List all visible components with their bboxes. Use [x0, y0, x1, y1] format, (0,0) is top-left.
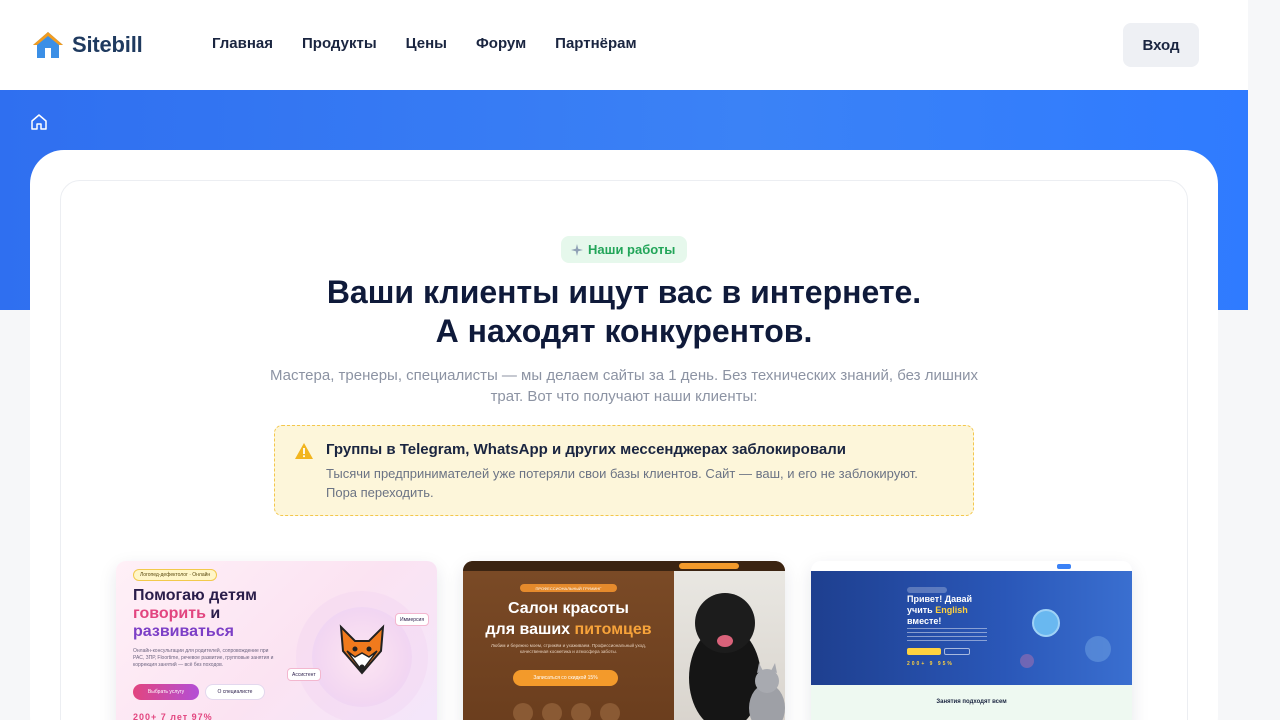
pet-icon — [600, 703, 620, 720]
nav-item-forum[interactable]: Форум — [476, 35, 526, 52]
nav-item-partners[interactable]: Партнёрам — [555, 35, 636, 52]
section-badge: Наши работы — [561, 236, 688, 263]
dog-and-cat-photo — [689, 593, 785, 720]
showcase-stats: 200+ 7 лет 97% — [133, 712, 213, 720]
site-header: Sitebill Главная Продукты Цены Форум Пар… — [0, 0, 1248, 90]
showcase-text: Любим и бережно моем, стрижём и ухаживае… — [491, 643, 646, 654]
showcase-section-title: Занятия подходят всем — [936, 699, 1007, 705]
showcase-pet-icons — [513, 703, 620, 720]
pet-icon — [513, 703, 533, 720]
alert-title: Группы в Telegram, WhatsApp и других мес… — [326, 441, 846, 458]
showcase-nav — [811, 561, 1132, 571]
page-subtitle: Мастера, тренеры, специалисты — мы делае… — [269, 367, 979, 405]
logo[interactable]: Sitebill — [32, 30, 143, 60]
showcase-secondary-button: О специалисте — [205, 684, 265, 700]
home-icon[interactable] — [30, 113, 48, 131]
decor-bubble — [1020, 654, 1034, 668]
nav-item-home[interactable]: Главная — [212, 35, 273, 52]
showcase-nav — [463, 561, 785, 571]
warning-icon — [295, 443, 313, 459]
alert-text: Тысячи предпринимателей уже потеряли сво… — [326, 466, 918, 500]
house-logo-icon — [33, 32, 63, 58]
showcase-pill — [907, 587, 947, 593]
showcase-cta-button: Записаться со скидкой 15% — [513, 670, 618, 686]
main-nav: Главная Продукты Цены Форум Партнёрам — [212, 35, 637, 52]
nav-item-prices[interactable]: Цены — [406, 35, 447, 52]
showcase-title: Салон красоты для ваших питомцев — [485, 600, 652, 638]
showcase-text-lines — [907, 628, 987, 642]
sparkle-icon — [571, 243, 583, 256]
login-button[interactable]: Вход — [1123, 23, 1199, 67]
badge-label: Наши работы — [588, 242, 676, 257]
showcase-pill: Логопед-дефектолог · Онлайн — [133, 569, 218, 581]
showcase-pill: ПРОФЕССИОНАЛЬНЫЙ ГРУМИНГ — [520, 584, 617, 592]
showcase-chip: Иммерсия — [395, 613, 430, 626]
showcase-text: Онлайн-консультации для родителей, сопро… — [133, 648, 274, 668]
showcase-card-pet-salon[interactable]: ПРОФЕССИОНАЛЬНЫЙ ГРУМИНГ Салон красоты д… — [463, 561, 785, 720]
decor-bubble — [1085, 636, 1111, 662]
tutor-avatar — [1032, 609, 1060, 637]
pet-icon — [571, 703, 591, 720]
showcase-secondary-button — [944, 648, 970, 655]
showcase-card-english-tutor[interactable]: Привет! Давай учить English вместе! 200+… — [811, 561, 1132, 720]
fox-mascot-icon — [339, 624, 385, 675]
showcase-card-speech-therapist[interactable]: Логопед-дефектолог · Онлайн Помогаю детя… — [116, 561, 437, 720]
showcase-title: Помогаю детям говорить и развиваться — [133, 587, 257, 640]
pet-icon — [542, 703, 562, 720]
page-title: Ваши клиенты ищут вас в интернете. А нах… — [224, 273, 1024, 351]
showcase-stats: 200+ 9 95% — [907, 661, 954, 667]
showcase-primary-button — [907, 648, 941, 655]
title-line-1: Ваши клиенты ищут вас в интернете. — [326, 274, 922, 310]
showcase-chip: Ассистент — [287, 668, 321, 681]
showcase-title: Привет! Давай учить English вместе! — [907, 594, 973, 626]
showcase-primary-button: Выбрать услугу — [133, 684, 199, 700]
logo-text: Sitebill — [72, 32, 143, 57]
warning-alert: Группы в Telegram, WhatsApp и других мес… — [274, 425, 974, 516]
nav-item-products[interactable]: Продукты — [302, 35, 377, 52]
title-line-2: А находят конкурентов. — [435, 313, 813, 349]
